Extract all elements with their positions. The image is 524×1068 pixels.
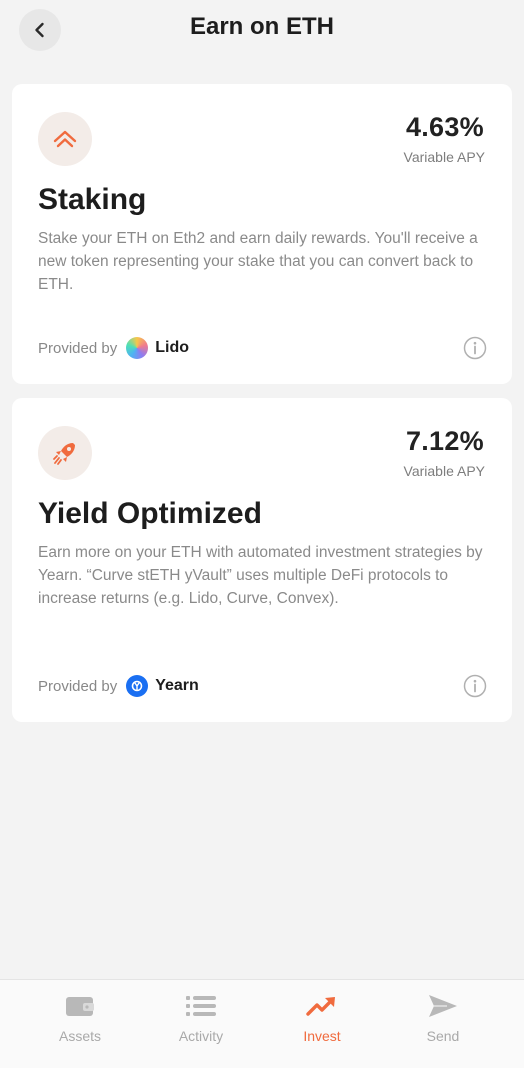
trending-up-icon [306,990,338,1022]
staking-icon-badge [38,112,92,166]
card-description: Stake your ETH on Eth2 and earn daily re… [38,230,478,293]
tab-label: Send [426,1028,460,1044]
card-description: Earn more on your ETH with automated inv… [38,544,483,607]
info-icon[interactable] [463,336,487,360]
header: Earn on ETH [0,0,524,64]
provider-row: Provided by Lido [38,337,189,359]
yield-optimized-card[interactable]: 7.12% Variable APY Yield Optimized Earn … [12,398,512,722]
page-title: Earn on ETH [189,13,334,40]
apy-label: Variable APY [403,149,485,165]
provider-name: Lido [155,339,189,356]
send-icon [427,990,459,1022]
apy-label: Variable APY [403,463,485,479]
provided-by-label: Provided by [38,677,118,695]
tab-activity[interactable]: Activity [146,980,256,1068]
tab-invest[interactable]: Invest [267,980,377,1068]
card-title: Yield Optimized [38,497,262,530]
tab-label: Assets [58,1028,101,1044]
rocket-icon [53,443,75,465]
tab-send[interactable]: Send [388,980,498,1068]
yield-icon-badge [38,426,92,480]
card-title: Staking [38,183,147,216]
yearn-logo-icon [126,675,149,697]
bottom-tab-bar: Assets Activity Invest Send [0,979,524,1068]
provider-row: Provided by Yearn [38,675,199,697]
tab-label: Activity [178,1028,224,1044]
apy-value: 4.63% [405,112,484,142]
tab-label: Invest [303,1028,341,1044]
list-icon [185,990,217,1022]
provider-name: Yearn [155,677,199,694]
double-chevron-up-icon [53,130,77,148]
info-icon[interactable] [463,674,487,698]
provided-by-label: Provided by [38,339,118,357]
tab-assets[interactable]: Assets [25,980,135,1068]
staking-card[interactable]: 4.63% Variable APY Staking Stake your ET… [12,84,512,384]
lido-logo-icon [126,337,149,359]
wallet-icon [65,990,95,1022]
apy-value: 7.12% [405,426,484,456]
